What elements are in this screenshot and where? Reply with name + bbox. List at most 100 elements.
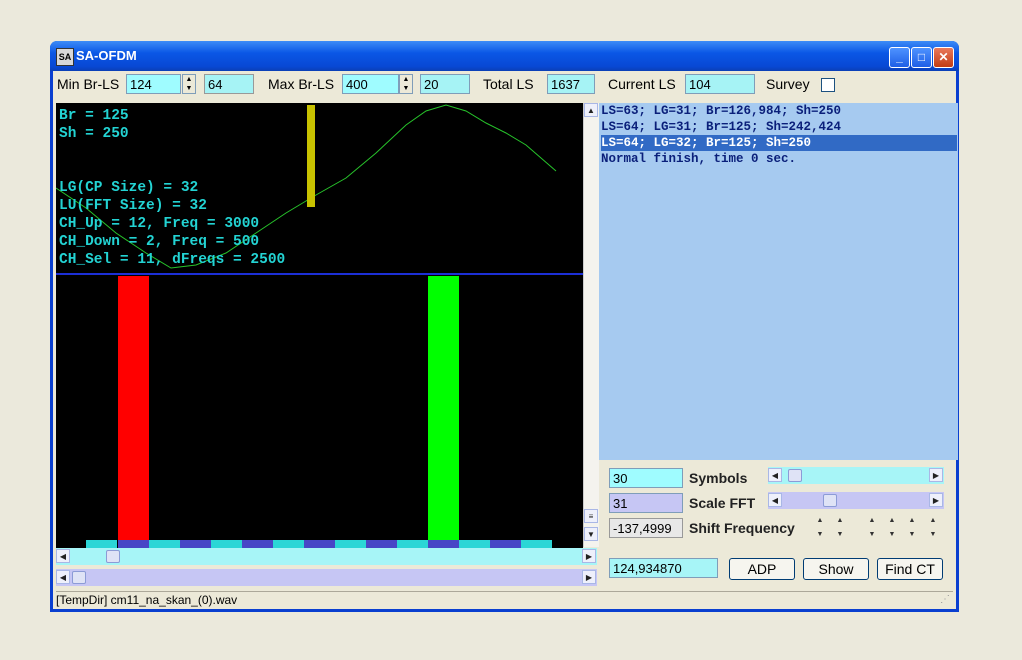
channel-bar-red — [118, 276, 149, 542]
maximize-icon: □ — [917, 50, 926, 64]
main-window: SA SA-OFDM _ □ ✕ Min Br-LS 124 ▲ ▼ 64 Max… — [50, 41, 959, 612]
shift-updown-5[interactable]: ▲ ▼ — [905, 514, 919, 544]
down-icon[interactable]: ▼ — [885, 528, 899, 542]
up-icon[interactable]: ▲ — [926, 514, 940, 528]
symbols-slider-thumb[interactable] — [788, 469, 802, 482]
up-icon[interactable]: ▲ — [885, 514, 899, 528]
scope-line-text: LU(FFT Size) = 32 — [59, 198, 207, 214]
spin-down-icon[interactable]: ▼ — [400, 84, 412, 93]
total-ls-label: Total LS — [483, 76, 534, 92]
min-brls-label: Min Br-LS — [57, 76, 120, 92]
scale-fft-slider-thumb[interactable] — [823, 494, 837, 507]
window-title: SA-OFDM — [76, 48, 137, 63]
freq-scroll-thumb[interactable] — [106, 550, 120, 563]
maximize-button[interactable]: □ — [911, 47, 932, 68]
max-brls-input[interactable]: 400 — [342, 74, 399, 94]
log-item[interactable]: LS=63; LG=31; Br=126,984; Sh=250 — [601, 103, 957, 119]
log-vertical-scrollbar[interactable]: ▲ ≡ ▼ — [583, 103, 599, 547]
time-scrollbar[interactable]: ◀ ▶ — [56, 569, 597, 586]
scroll-down-icon[interactable]: ▼ — [584, 527, 598, 541]
close-icon: ✕ — [938, 50, 949, 64]
log-item[interactable]: LS=64; LG=31; Br=125; Sh=242,424 — [601, 119, 957, 135]
survey-label: Survey — [766, 76, 810, 92]
scale-fft-slider[interactable]: ◀ ▶ — [768, 492, 944, 509]
scroll-right-icon[interactable]: ▶ — [582, 549, 596, 563]
scope-line-text — [59, 161, 285, 179]
min-brls-input[interactable]: 124 — [126, 74, 181, 94]
frequency-readout: 124,934870 — [609, 558, 718, 578]
app-icon: SA — [56, 48, 74, 66]
minimize-button[interactable]: _ — [889, 47, 910, 68]
scroll-right-icon[interactable]: ▶ — [582, 570, 596, 584]
close-button[interactable]: ✕ — [933, 47, 954, 68]
max-brls-label: Max Br-LS — [268, 76, 335, 92]
symbols-slider[interactable]: ◀ ▶ — [768, 467, 944, 484]
channel-bar-green — [428, 276, 459, 542]
symbols-input[interactable]: 30 — [609, 468, 683, 488]
shift-updown-6[interactable]: ▲ ▼ — [926, 514, 940, 544]
up-icon[interactable]: ▲ — [813, 514, 827, 528]
min-brls-spinner[interactable]: ▲ ▼ — [182, 74, 196, 94]
scope-line-text: CH_Up = 12, Freq = 3000 — [59, 216, 260, 232]
scope-line-text: Sh = 250 — [59, 126, 129, 142]
scope-line-text: CH_Down = 2, Freq = 500 — [59, 234, 260, 250]
minimize-icon: _ — [896, 50, 903, 64]
scroll-thumb[interactable]: ≡ — [584, 509, 598, 523]
current-ls-value: 104 — [685, 74, 755, 94]
subcarrier-strip — [86, 540, 552, 548]
client-area: Min Br-LS 124 ▲ ▼ 64 Max Br-LS 400 ▲ ▼ 20 … — [53, 71, 958, 609]
scale-fft-input[interactable]: 31 — [609, 493, 683, 513]
log-item[interactable]: Normal finish, time 0 sec. — [601, 151, 957, 167]
survey-checkbox[interactable] — [821, 78, 835, 92]
show-button[interactable]: Show — [803, 558, 869, 580]
total-ls-value: 1637 — [547, 74, 595, 94]
up-icon[interactable]: ▲ — [905, 514, 919, 528]
scroll-up-icon[interactable]: ▲ — [584, 103, 598, 117]
freq-scrollbar[interactable]: ◀ ▶ — [56, 548, 597, 565]
down-icon[interactable]: ▼ — [905, 528, 919, 542]
adp-button[interactable]: ADP — [729, 558, 795, 580]
spin-down-icon[interactable]: ▼ — [183, 84, 195, 93]
find-ct-button[interactable]: Find CT — [877, 558, 943, 580]
log-item[interactable]: LS=64; LG=32; Br=125; Sh=250 — [601, 135, 957, 151]
shift-updown-4[interactable]: ▲ ▼ — [885, 514, 899, 544]
scroll-left-icon[interactable]: ◀ — [56, 549, 70, 563]
scope-line-text: CH_Sel = 11, dFreqs = 2500 — [59, 252, 286, 268]
slider-left-icon[interactable]: ◀ — [768, 468, 782, 482]
resize-grip-icon[interactable]: ⋰ — [940, 592, 950, 608]
down-icon[interactable]: ▼ — [833, 528, 847, 542]
scroll-left-icon[interactable]: ◀ — [56, 570, 70, 584]
scope-divider — [56, 273, 583, 275]
down-icon[interactable]: ▼ — [813, 528, 827, 542]
shift-updown-1[interactable]: ▲ ▼ — [813, 514, 827, 544]
freq-marker — [307, 105, 315, 207]
spin-up-icon[interactable]: ▲ — [400, 75, 412, 84]
scope-display: Br = 125 Sh = 250 LG(CP Size) = 32 LU(FFT S… — [56, 103, 583, 548]
min-step-field[interactable]: 64 — [204, 74, 254, 94]
up-icon[interactable]: ▲ — [865, 514, 879, 528]
title-bar[interactable]: SA SA-OFDM _ □ ✕ — [50, 41, 959, 71]
slider-left-icon[interactable]: ◀ — [768, 493, 782, 507]
spin-up-icon[interactable]: ▲ — [183, 75, 195, 84]
current-ls-label: Current LS — [608, 76, 676, 92]
slider-right-icon[interactable]: ▶ — [929, 493, 943, 507]
status-file: [TempDir] cm11_na_skan_(0).wav — [56, 593, 238, 607]
down-icon[interactable]: ▼ — [926, 528, 940, 542]
max-step-field[interactable]: 20 — [420, 74, 470, 94]
scope-line-text: LG(CP Size) = 32 — [59, 180, 199, 196]
shift-frequency-value: -137,4999 — [609, 518, 683, 538]
up-icon[interactable]: ▲ — [833, 514, 847, 528]
slider-right-icon[interactable]: ▶ — [929, 468, 943, 482]
status-bar: [TempDir] cm11_na_skan_(0).wav ⋰ — [56, 591, 953, 608]
scope-line-text: Br = 125 — [59, 108, 129, 124]
symbols-label: Symbols — [689, 470, 748, 486]
shift-updown-3[interactable]: ▲ ▼ — [865, 514, 879, 544]
max-brls-spinner[interactable]: ▲ ▼ — [399, 74, 413, 94]
scale-fft-label: Scale FFT — [689, 495, 756, 511]
down-icon[interactable]: ▼ — [865, 528, 879, 542]
time-scroll-thumb[interactable] — [72, 571, 86, 584]
shift-updown-2[interactable]: ▲ ▼ — [833, 514, 847, 544]
results-log[interactable]: LS=63; LG=31; Br=126,984; Sh=250 LS=64; L… — [599, 103, 958, 460]
scope-line-text — [59, 143, 285, 161]
scope-parameters: Br = 125 Sh = 250 LG(CP Size) = 32 LU(FFT S… — [59, 107, 285, 269]
